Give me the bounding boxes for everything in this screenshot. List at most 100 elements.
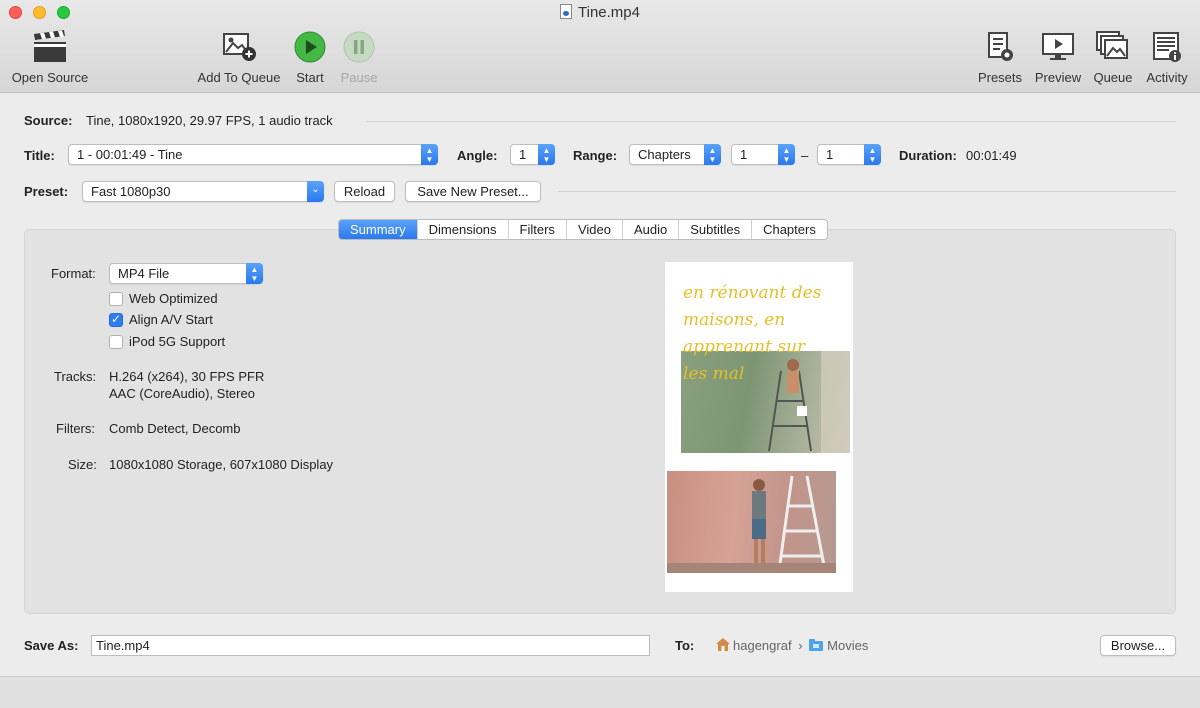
range-label: Range:	[573, 148, 618, 163]
handwriting-line-2: maisons, en	[683, 310, 786, 330]
size-value: 1080x1080 Storage, 607x1080 Display	[109, 457, 334, 472]
save-as-label: Save As:	[24, 638, 79, 653]
tab-dimensions[interactable]: Dimensions	[418, 220, 509, 239]
pause-button[interactable]: Pause	[338, 30, 380, 85]
size-label: Size:	[68, 457, 97, 472]
open-source-button[interactable]: Open Source	[9, 30, 91, 85]
queue-icon	[1096, 31, 1128, 59]
tracks-audio: AAC (CoreAudio), Stereo	[109, 386, 255, 401]
align-av-start-checkbox[interactable]	[109, 312, 123, 327]
status-bar	[0, 676, 1200, 708]
add-to-queue-label: Add To Queue	[197, 70, 281, 85]
range-separator: –	[801, 148, 809, 163]
settings-tabs: Summary Dimensions Filters Video Audio S…	[338, 219, 828, 240]
add-to-queue-button[interactable]: Add To Queue	[194, 30, 284, 85]
presets-icon	[988, 32, 1013, 61]
handwriting-line-4: les mal	[683, 364, 745, 384]
tab-audio[interactable]: Audio	[623, 220, 680, 239]
updown-arrows-icon: ▲ ▼	[864, 144, 881, 165]
reload-button[interactable]: Reload	[334, 181, 395, 202]
activity-icon	[1153, 32, 1181, 62]
add-to-queue-icon	[223, 33, 256, 61]
save-as-input[interactable]: Tine.mp4	[91, 635, 650, 656]
title-label: Title:	[24, 148, 55, 163]
to-label: To:	[675, 638, 695, 653]
pause-icon	[343, 31, 375, 63]
window-title: Tine.mp4	[0, 4, 1200, 21]
updown-arrows-icon: ▲ ▼	[421, 144, 438, 165]
source-info: Tine, 1080x1920, 29.97 FPS, 1 audio trac…	[86, 113, 333, 128]
presets-button[interactable]: Presets	[974, 30, 1026, 85]
updown-arrows-icon: ▲ ▼	[704, 144, 721, 165]
folder-icon	[809, 639, 824, 654]
path-chevron-icon: ›	[798, 638, 803, 653]
title-select[interactable]: 1 - 00:01:49 - Tine ▲ ▼	[68, 144, 438, 165]
title-select-value: 1 - 00:01:49 - Tine	[77, 147, 183, 162]
tab-chapters[interactable]: Chapters	[752, 220, 827, 239]
clapperboard-icon	[34, 30, 66, 62]
tracks-video: H.264 (x264), 30 FPS PFR	[109, 369, 265, 384]
range-start-value: 1	[740, 147, 748, 162]
preset-label: Preset:	[24, 184, 69, 199]
destination-path[interactable]: hagengraf › Movies	[716, 638, 868, 654]
activity-label: Activity	[1146, 70, 1188, 85]
range-end-value: 1	[826, 147, 834, 162]
preview-button[interactable]: Preview	[1032, 30, 1084, 85]
start-label: Start	[296, 70, 324, 85]
preset-divider	[558, 191, 1176, 192]
range-start-select[interactable]: 1 ▲ ▼	[731, 144, 795, 165]
window-title-text: Tine.mp4	[578, 4, 640, 21]
angle-select[interactable]: 1 ▲ ▼	[510, 144, 555, 165]
angle-label: Angle:	[457, 148, 498, 163]
document-icon	[560, 4, 572, 19]
web-optimized-label: Web Optimized	[129, 291, 218, 306]
queue-label: Queue	[1093, 70, 1133, 85]
preview-handwriting: en rénovant des maisons, en apprenant su…	[683, 280, 843, 388]
range-type-select[interactable]: Chapters ▲ ▼	[629, 144, 721, 165]
tab-video[interactable]: Video	[567, 220, 623, 239]
path-user: hagengraf	[733, 638, 792, 653]
angle-select-value: 1	[519, 147, 527, 162]
ipod-5g-checkbox[interactable]	[109, 335, 123, 349]
chevron-down-icon: ⌄	[307, 181, 324, 202]
tracks-label: Tracks:	[54, 369, 97, 384]
tab-subtitles[interactable]: Subtitles	[679, 220, 753, 239]
duration-label: Duration:	[899, 148, 957, 163]
window-titlebar: Tine.mp4 Open Source Add To Queue Start …	[0, 0, 1200, 93]
start-button[interactable]: Start	[290, 30, 330, 85]
source-divider	[366, 121, 1176, 122]
filters-value: Comb Detect, Decomb	[109, 421, 241, 436]
updown-arrows-icon: ▲ ▼	[778, 144, 795, 165]
play-icon	[294, 31, 326, 63]
preset-select[interactable]: Fast 1080p30 ⌄	[82, 181, 324, 202]
filters-label: Filters:	[56, 421, 95, 436]
ipod-5g-label: iPod 5G Support	[129, 334, 226, 349]
format-label: Format:	[51, 266, 96, 281]
range-end-select[interactable]: 1 ▲ ▼	[817, 144, 881, 165]
tab-summary[interactable]: Summary	[339, 220, 418, 239]
align-av-start-label: Align A/V Start	[129, 312, 213, 327]
handwriting-line-3: apprenant sur	[683, 337, 806, 357]
ladder-illustration-bottom	[667, 475, 836, 573]
home-icon	[716, 638, 730, 651]
queue-button[interactable]: Queue	[1090, 30, 1136, 85]
preset-select-value: Fast 1080p30	[91, 184, 171, 199]
activity-button[interactable]: Activity	[1142, 30, 1192, 85]
browse-button[interactable]: Browse...	[1100, 635, 1176, 656]
save-new-preset-button[interactable]: Save New Preset...	[405, 181, 541, 202]
updown-arrows-icon: ▲ ▼	[246, 263, 263, 284]
open-source-label: Open Source	[11, 70, 89, 85]
range-type-value: Chapters	[638, 147, 691, 162]
handwriting-line-1: en rénovant des	[683, 283, 822, 303]
path-folder: Movies	[827, 638, 869, 653]
preview-label: Preview	[1034, 70, 1082, 85]
updown-arrows-icon: ▲ ▼	[538, 144, 555, 165]
format-select-value: MP4 File	[118, 266, 170, 281]
preview-icon	[1042, 33, 1074, 60]
duration-value: 00:01:49	[966, 148, 1017, 163]
presets-label: Presets	[977, 70, 1023, 85]
web-optimized-checkbox[interactable]	[109, 292, 123, 306]
tab-filters[interactable]: Filters	[509, 220, 567, 239]
format-select[interactable]: MP4 File ▲ ▼	[109, 263, 263, 284]
pause-label: Pause	[340, 70, 378, 85]
